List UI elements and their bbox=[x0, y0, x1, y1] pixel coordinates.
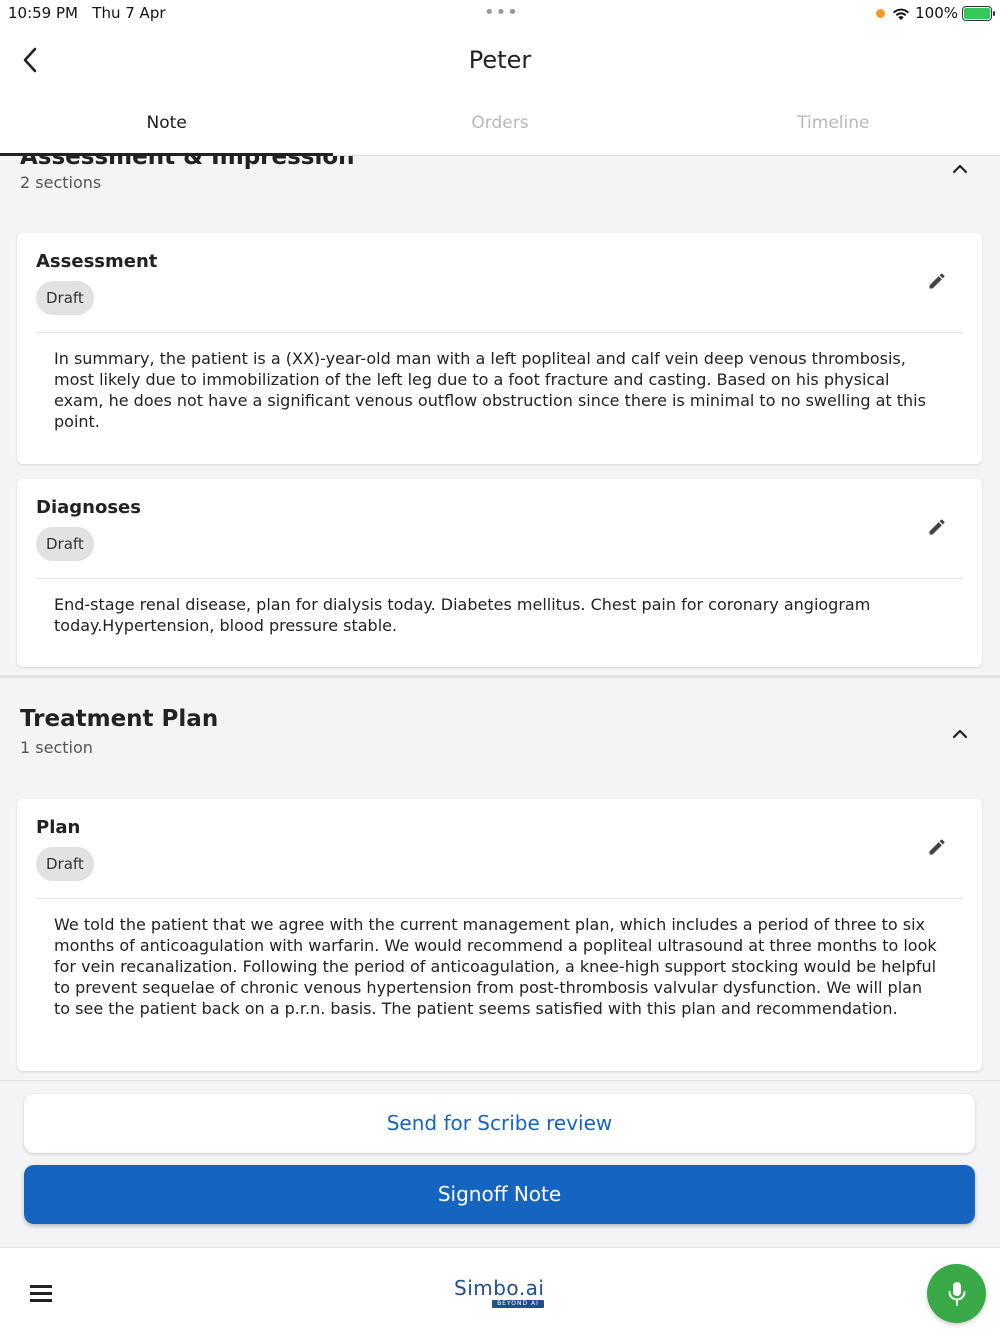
status-indicators: 100% bbox=[876, 4, 995, 22]
card-body-text: In summary, the patient is a (XX)-year-o… bbox=[54, 349, 926, 431]
edit-button[interactable] bbox=[922, 512, 952, 542]
tab-note[interactable]: Note bbox=[0, 94, 334, 156]
collapse-section-button[interactable] bbox=[944, 718, 976, 750]
pencil-icon bbox=[929, 519, 945, 535]
status-badge: Draft bbox=[36, 281, 94, 315]
section-title: Treatment Plan bbox=[20, 706, 219, 732]
bottom-bar: Simbo.ai BEYOND AI bbox=[0, 1247, 1000, 1334]
pencil-icon bbox=[929, 273, 945, 289]
note-actions: Send for Scribe review Signoff Note bbox=[0, 1080, 1000, 1247]
microphone-icon bbox=[948, 1281, 965, 1306]
simbo-logo: Simbo.ai BEYOND AI bbox=[454, 1276, 546, 1310]
tab-orders[interactable]: Orders bbox=[333, 94, 666, 155]
tab-timeline[interactable]: Timeline bbox=[667, 94, 1000, 155]
app-header: Peter bbox=[0, 28, 1000, 94]
section-header-assessment-impression: Assessment & Impression 2 sections bbox=[0, 156, 1000, 216]
chevron-up-icon bbox=[952, 729, 968, 739]
logo-text: Simbo.ai bbox=[454, 1276, 545, 1300]
patient-name-title: Peter bbox=[468, 46, 532, 74]
wifi-icon bbox=[893, 8, 910, 20]
pencil-icon bbox=[929, 839, 945, 855]
card-divider bbox=[36, 578, 963, 579]
section-count: 1 section bbox=[20, 738, 93, 757]
note-card-diagnoses: Diagnoses Draft End-stage renal disease,… bbox=[17, 479, 982, 667]
card-title: Assessment bbox=[36, 251, 158, 272]
note-card-assessment: Assessment Draft In summary, the patient… bbox=[17, 233, 982, 464]
note-card-plan: Plan Draft We told the patient that we a… bbox=[17, 799, 982, 1071]
hamburger-menu-icon[interactable] bbox=[26, 1278, 56, 1308]
signoff-note-button[interactable]: Signoff Note bbox=[24, 1165, 975, 1224]
section-title: Assessment & Impression bbox=[20, 156, 355, 170]
status-badge: Draft bbox=[36, 847, 94, 881]
status-bar: 10:59 PM Thu 7 Apr ••• 100% bbox=[0, 0, 1000, 28]
card-title: Plan bbox=[36, 817, 81, 838]
multitasking-dots-icon[interactable]: ••• bbox=[484, 2, 519, 23]
collapse-section-button[interactable] bbox=[944, 156, 976, 185]
note-content[interactable]: Assessment & Impression 2 sections Asses… bbox=[0, 156, 1000, 1080]
mic-in-use-indicator-icon bbox=[876, 8, 886, 18]
card-title: Diagnoses bbox=[36, 497, 141, 518]
tab-bar: Note Orders Timeline bbox=[0, 94, 1000, 156]
battery-percent: 100% bbox=[915, 4, 958, 22]
battery-icon bbox=[962, 5, 995, 21]
section-header-treatment-plan: Treatment Plan 1 section bbox=[0, 678, 1000, 788]
status-time: 10:59 PM Thu 7 Apr bbox=[8, 4, 166, 22]
section-count: 2 sections bbox=[20, 173, 102, 192]
card-divider bbox=[36, 332, 963, 333]
card-body-text: End-stage renal disease, plan for dialys… bbox=[54, 595, 871, 635]
card-body-text: We told the patient that we agree with t… bbox=[54, 915, 937, 1018]
edit-button[interactable] bbox=[922, 266, 952, 296]
send-for-scribe-review-button[interactable]: Send for Scribe review bbox=[24, 1094, 975, 1153]
microphone-button[interactable] bbox=[927, 1264, 986, 1323]
card-divider bbox=[36, 898, 963, 899]
edit-button[interactable] bbox=[922, 832, 952, 862]
chevron-up-icon bbox=[952, 164, 968, 174]
status-badge: Draft bbox=[36, 527, 94, 561]
logo-subtext: BEYOND AI bbox=[492, 1300, 544, 1308]
